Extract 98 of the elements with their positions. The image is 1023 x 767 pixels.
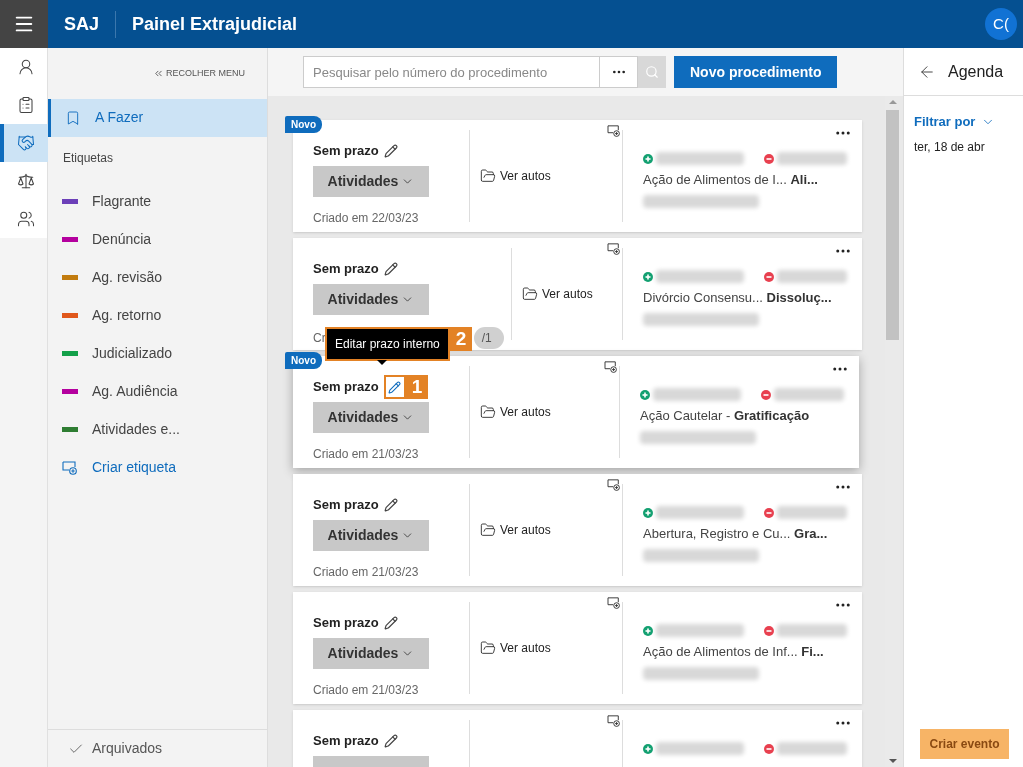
rail-button[interactable] <box>0 124 48 162</box>
callout-number: 1 <box>405 375 429 399</box>
activities-dropdown[interactable]: Atividades <box>313 638 429 669</box>
tag-item[interactable]: Judicializado <box>92 343 173 364</box>
plus-circle-icon <box>643 625 653 636</box>
minus-circle-icon <box>764 625 774 636</box>
new-badge: Novo <box>285 352 322 369</box>
pencil-icon[interactable] <box>383 616 398 630</box>
blurred-name <box>777 506 847 519</box>
view-records-link[interactable]: Ver autos <box>480 167 551 185</box>
blurred-name <box>777 624 847 637</box>
deadline-label: Sem prazo <box>313 142 379 161</box>
deadline-label: Sem prazo <box>313 732 379 751</box>
tag-add-icon[interactable] <box>607 479 621 491</box>
blurred-name <box>777 742 847 755</box>
tag-item[interactable]: Denúncia <box>92 229 152 250</box>
deadline-label: Sem prazo <box>313 378 379 397</box>
activities-dropdown[interactable]: Atividades <box>313 520 429 551</box>
created-date: Criado em 22/03/23 <box>313 210 419 227</box>
blurred-name <box>777 152 847 165</box>
minus-circle-icon <box>761 389 771 400</box>
pencil-icon[interactable] <box>383 262 398 276</box>
tag-add-icon[interactable] <box>607 597 621 609</box>
created-date: Criado em 21/03/23 <box>313 682 419 699</box>
menu-button[interactable] <box>0 0 48 48</box>
procedure-subject: Ação de Alimentos de Inf... Fi... <box>643 643 825 661</box>
user-avatar[interactable]: C( <box>985 8 1017 40</box>
pencil-icon[interactable] <box>383 734 398 748</box>
minus-circle-icon <box>764 507 774 518</box>
nav-item[interactable]: A Fazer <box>48 98 267 137</box>
pencil-icon[interactable] <box>383 144 398 158</box>
tag-add-icon[interactable] <box>607 125 621 137</box>
minus-circle-icon <box>764 743 774 754</box>
create-event-button[interactable]: Criar evento <box>920 729 1009 759</box>
app-title: Painel Extrajudicial <box>132 12 298 36</box>
activity-counter: /1 <box>473 327 504 349</box>
procedure-subject: Abertura, Registro e Cu... Gra... <box>643 525 829 543</box>
minus-circle-icon <box>764 153 774 164</box>
edit-deadline-button[interactable] <box>383 375 406 399</box>
folder-icon <box>522 286 538 302</box>
new-procedure-button[interactable]: Novo procedimento <box>674 56 838 88</box>
created-date: Criado em 21/03/23 <box>313 564 419 581</box>
clipboard-icon <box>17 96 35 114</box>
filter-dropdown[interactable]: Filtrar por <box>914 112 1023 132</box>
tag-add-icon[interactable] <box>607 715 621 727</box>
view-records-link[interactable]: Ver autos <box>522 285 593 303</box>
tag-item[interactable]: Flagrante <box>92 191 152 212</box>
view-records-link[interactable]: Ver autos <box>480 639 551 657</box>
plus-circle-icon <box>643 153 653 164</box>
search-field[interactable]: Pesquisar pelo número do procedimento <box>303 56 600 88</box>
folder-icon <box>480 640 496 656</box>
tag-item[interactable]: Ag. revisão <box>92 267 163 288</box>
deadline-label: Sem prazo <box>313 260 379 279</box>
pencil-icon <box>388 380 402 394</box>
brand-name: SAJ <box>64 10 116 38</box>
created-date: Cr <box>313 330 326 347</box>
activities-dropdown[interactable]: Atividades <box>313 402 429 433</box>
tag-item[interactable]: Ag. retorno <box>92 305 162 326</box>
new-badge: Novo <box>285 116 322 133</box>
plus-circle-icon <box>643 743 653 754</box>
activities-dropdown[interactable]: Atividades <box>313 166 429 197</box>
archived-button[interactable]: Arquivados <box>48 729 267 767</box>
blurred-name <box>774 388 844 401</box>
search-icon <box>645 65 659 79</box>
create-tag-button[interactable]: Criar etiqueta <box>48 448 267 487</box>
view-records-link[interactable]: Ver autos <box>480 521 551 539</box>
deadline-label: Sem prazo <box>313 614 379 633</box>
tag-item[interactable]: Ag. Audiência <box>92 381 178 402</box>
callout-number: 2 <box>449 327 473 351</box>
group-icon <box>17 210 35 228</box>
agenda-date: ter, 18 de abr <box>914 138 986 156</box>
folder-icon <box>480 404 496 420</box>
activities-dropdown[interactable]: Atividades <box>313 284 429 315</box>
procedure-subject: Divórcio Consensu... Dissoluç... <box>643 289 833 307</box>
folder-icon <box>480 168 496 184</box>
agenda-title: Agenda <box>948 61 1004 82</box>
plus-circle-icon <box>640 389 650 400</box>
contact-icon <box>17 58 35 76</box>
tags-heading: Etiquetas <box>62 149 115 167</box>
tag-item[interactable]: Atividades e... <box>92 419 180 440</box>
tag-add-icon[interactable] <box>607 243 621 255</box>
created-date: Criado em 21/03/23 <box>313 446 419 463</box>
tag-add-icon[interactable] <box>62 460 78 475</box>
bookmark-icon <box>65 109 81 126</box>
pencil-icon[interactable] <box>383 498 398 512</box>
folder-icon <box>480 522 496 538</box>
collapse-menu-button[interactable]: RECOLHER MENU <box>153 67 245 81</box>
procedure-subject: Ação de Alimentos de I... Ali... <box>643 171 819 189</box>
view-records-link[interactable]: Ver autos <box>480 403 551 421</box>
plus-circle-icon <box>643 271 653 282</box>
deadline-label: Sem prazo <box>313 496 379 515</box>
handshake-icon <box>17 134 35 152</box>
minus-circle-icon <box>764 271 774 282</box>
blurred-name <box>777 270 847 283</box>
plus-circle-icon <box>643 507 653 518</box>
scale-icon <box>17 172 35 190</box>
procedure-subject: Ação Cautelar - Gratificação <box>640 407 811 425</box>
tag-add-icon[interactable] <box>604 361 618 373</box>
